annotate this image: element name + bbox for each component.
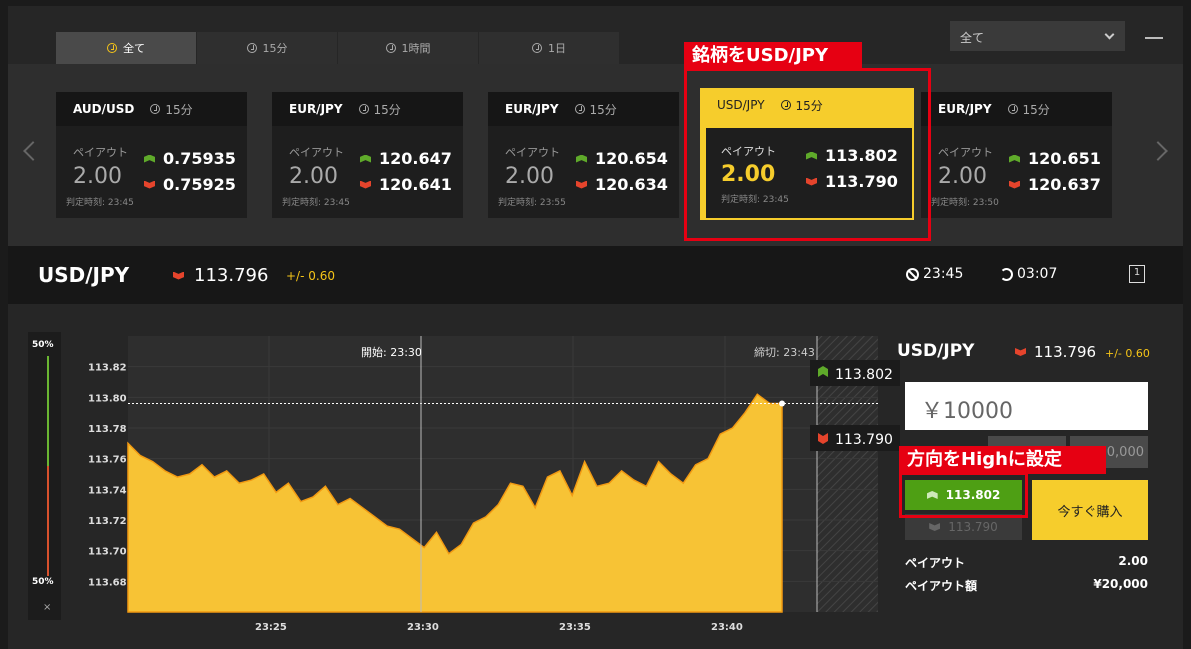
clock-icon xyxy=(385,43,396,53)
filter-select[interactable]: 全て xyxy=(950,21,1125,51)
end-label: 締切: 23:43 xyxy=(754,345,815,359)
annotation-box-symbol xyxy=(684,68,931,241)
asset-cards-band: AUD/USD 15分 ペイアウト 2.00 判定時刻: 23:45 0.7593… xyxy=(8,64,1183,246)
tab-1day[interactable]: 1日 xyxy=(479,32,619,64)
clock-icon xyxy=(107,43,117,53)
amount-input[interactable]: ￥10000 xyxy=(905,382,1148,430)
panel-symbol: USD/JPY xyxy=(897,341,975,361)
panel-change: +/- 0.60 xyxy=(1105,347,1150,360)
deadline-icon xyxy=(906,267,919,281)
start-label: 開始: 23:30 xyxy=(361,345,422,359)
svg-text:113.790: 113.790 xyxy=(835,432,893,448)
clock-icon xyxy=(574,104,585,114)
asset-header: USD/JPY 113.796 +/- 0.60 23:45 03:07 1 xyxy=(8,246,1183,304)
chevron-right-icon[interactable] xyxy=(1148,141,1168,161)
price-chart: 113.82 113.80 113.78 113.76 113.74 113.72 113.… xyxy=(88,336,900,633)
annotation-label-direction: 方向をHighに設定 xyxy=(899,446,1106,474)
tab-all[interactable]: 全て xyxy=(56,32,196,64)
svg-text:113.802: 113.802 xyxy=(835,367,893,383)
tab-1hour[interactable]: 1時間 xyxy=(338,32,478,64)
clock-icon xyxy=(246,43,257,53)
low-arrow-icon xyxy=(1015,348,1026,356)
x-tick-label: 23:40 xyxy=(711,622,743,633)
payout-row: ペイアウト 2.00 xyxy=(905,554,1148,570)
low-arrow-icon xyxy=(173,271,184,280)
tab-15min[interactable]: 15分 xyxy=(197,32,337,64)
low-arrow-icon xyxy=(576,180,587,189)
annotation-box-direction xyxy=(899,472,1028,518)
panel-price: 113.796 xyxy=(1015,343,1096,361)
one-click-icon[interactable]: 1 xyxy=(1129,265,1145,283)
top-bar: 全て 15分 1時間 1日 全て xyxy=(8,6,1183,64)
meter-high-bar xyxy=(47,356,49,466)
y-tick-label: 113.82 xyxy=(88,363,127,374)
clock-icon xyxy=(150,104,161,114)
y-tick-label: 113.74 xyxy=(88,485,127,496)
high-arrow-icon xyxy=(360,154,371,163)
y-tick-label: 113.78 xyxy=(88,424,127,435)
y-tick-label: 113.80 xyxy=(88,393,127,404)
meter-low-bar xyxy=(47,466,49,576)
y-tick-label: 113.72 xyxy=(88,516,127,527)
asset-card[interactable]: EUR/JPY 15分 ペイアウト 2.00 判定時刻: 23:45 120.64… xyxy=(272,92,463,218)
high-arrow-icon xyxy=(1009,154,1020,163)
asset-card[interactable]: EUR/JPY 15分 ペイアウト 2.00 判定時刻: 23:55 120.65… xyxy=(488,92,679,218)
chevron-left-icon[interactable] xyxy=(23,141,43,161)
minimize-icon[interactable] xyxy=(1145,37,1163,39)
low-arrow-icon xyxy=(360,180,371,189)
y-tick-label: 113.76 xyxy=(88,455,127,466)
clock-icon xyxy=(1007,104,1018,114)
high-arrow-icon xyxy=(576,154,587,163)
asset-card[interactable]: AUD/USD 15分 ペイアウト 2.00 判定時刻: 23:45 0.7593… xyxy=(56,92,247,218)
sentiment-meter: 50% 50% × xyxy=(28,332,61,620)
low-tag: 113.790 xyxy=(810,425,900,451)
low-arrow-icon xyxy=(1009,180,1020,189)
low-arrow-icon xyxy=(929,523,941,531)
close-icon[interactable]: × xyxy=(43,602,51,613)
clock-icon xyxy=(358,104,369,114)
chevron-down-icon xyxy=(1104,29,1115,40)
x-tick-label: 23:30 xyxy=(407,622,439,633)
x-tick-label: 23:35 xyxy=(559,622,591,633)
payout-amount-row: ペイアウト額 ¥20,000 xyxy=(905,577,1148,593)
y-tick-label: 113.68 xyxy=(88,577,127,588)
clock-icon xyxy=(532,43,542,53)
history-icon xyxy=(1000,267,1013,281)
low-arrow-icon xyxy=(144,180,155,189)
high-tag: 113.802 xyxy=(810,360,900,386)
buy-now-button[interactable]: 今すぐ購入 xyxy=(1032,480,1148,540)
annotation-label-symbol: 銘柄をUSD/JPY xyxy=(684,42,862,70)
asset-card[interactable]: EUR/JPY 15分 ペイアウト 2.00 判定時刻: 23:50 120.65… xyxy=(921,92,1112,218)
x-tick-label: 23:25 xyxy=(255,622,287,633)
y-tick-label: 113.70 xyxy=(88,547,127,558)
current-price-dot xyxy=(779,400,785,407)
high-arrow-icon xyxy=(144,154,155,163)
